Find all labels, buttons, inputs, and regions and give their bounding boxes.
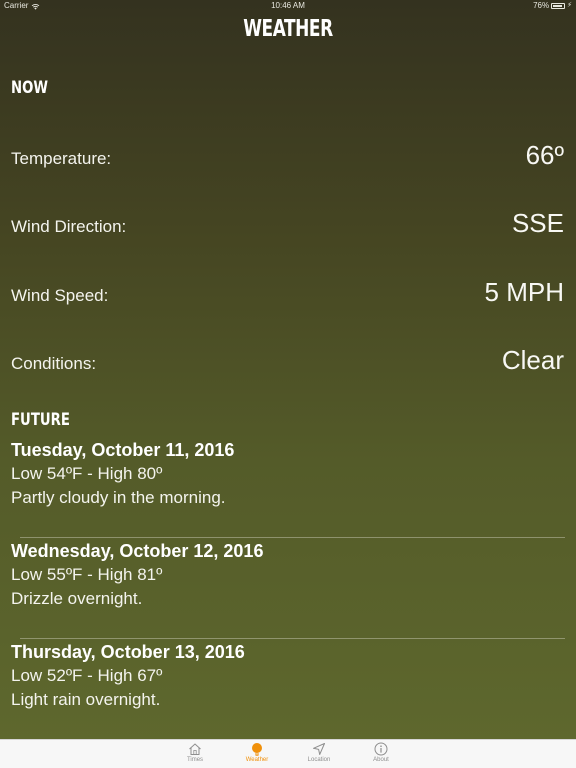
location-arrow-icon bbox=[313, 743, 325, 755]
wind-direction-value: SSE bbox=[511, 208, 564, 238]
house-icon bbox=[189, 743, 201, 755]
tab-weather[interactable]: Weather bbox=[237, 742, 277, 763]
forecast-summary: Partly cloudy in the morning. bbox=[11, 488, 226, 507]
forecast-day: Wednesday, October 12, 2016 Low 55ºF - H… bbox=[11, 539, 564, 611]
forecast-range: Low 54ºF - High 80º bbox=[11, 464, 163, 483]
wind-speed-label: Wind Speed: bbox=[11, 286, 109, 305]
tab-label-about: About bbox=[373, 757, 389, 763]
now-row-temperature: Temperature: 66º bbox=[11, 140, 564, 171]
tab-label-times: Times bbox=[186, 757, 204, 763]
forecast-summary: Drizzle overnight. bbox=[11, 589, 143, 608]
now-row-wind-direction: Wind Direction: SSE bbox=[11, 208, 564, 239]
info-icon bbox=[374, 742, 388, 756]
forecast-range: Low 52ºF - High 67º bbox=[11, 666, 163, 685]
tab-times[interactable]: Times bbox=[175, 742, 215, 763]
wind-direction-label: Wind Direction: bbox=[11, 217, 127, 236]
tab-label-weather: Weather bbox=[245, 757, 269, 763]
wind-speed-value: 5 MPH bbox=[484, 277, 564, 307]
forecast-summary: Light rain overnight. bbox=[11, 690, 161, 709]
future-heading: FUTURE bbox=[11, 410, 70, 430]
status-right: 76% ⚡ bbox=[533, 0, 572, 12]
forecast-range: Low 55ºF - High 81º bbox=[11, 565, 163, 584]
forecast-day: Thursday, October 13, 2016 Low 52ºF - Hi… bbox=[11, 640, 564, 712]
tab-location[interactable]: Location bbox=[299, 742, 339, 763]
status-time: 10:46 AM bbox=[271, 1, 305, 10]
battery-percent: 76% bbox=[533, 1, 550, 10]
conditions-label: Conditions: bbox=[11, 354, 97, 373]
page-title: WEATHER bbox=[243, 16, 333, 42]
charging-icon: ⚡ bbox=[567, 2, 572, 9]
tab-about[interactable]: About bbox=[361, 742, 401, 763]
temperature-value: 66º bbox=[525, 140, 564, 170]
now-row-wind-speed: Wind Speed: 5 MPH bbox=[11, 277, 564, 308]
forecast-date: Thursday, October 13, 2016 bbox=[11, 642, 245, 662]
now-heading: NOW bbox=[11, 78, 49, 98]
sun-icon bbox=[252, 743, 262, 756]
forecast-date: Wednesday, October 12, 2016 bbox=[11, 541, 264, 561]
tab-bar: Times Weather Location About bbox=[0, 739, 576, 768]
tab-label-location: Location bbox=[307, 757, 331, 763]
battery-icon bbox=[551, 3, 566, 9]
status-bar: Carrier 10:46 AM 76% ⚡ bbox=[0, 0, 576, 12]
now-row-conditions: Conditions: Clear bbox=[11, 345, 564, 376]
temperature-label: Temperature: bbox=[11, 149, 112, 168]
conditions-value: Clear bbox=[501, 345, 564, 375]
forecast-divider bbox=[20, 537, 565, 538]
forecast-day: Tuesday, October 11, 2016 Low 54ºF - Hig… bbox=[11, 438, 564, 510]
forecast-date: Tuesday, October 11, 2016 bbox=[11, 440, 235, 460]
forecast-divider bbox=[20, 638, 565, 639]
